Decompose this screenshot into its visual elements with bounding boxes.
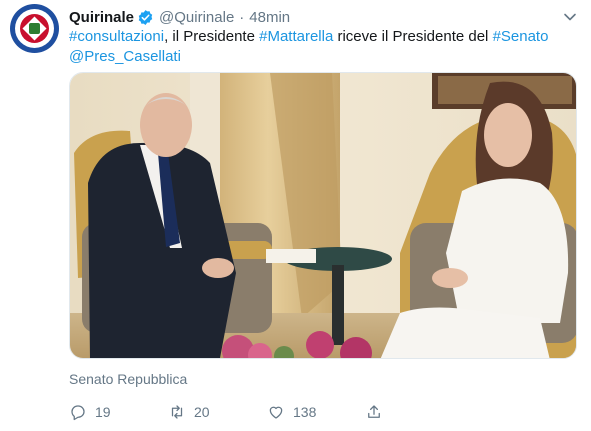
text-segment: riceve il Presidente del	[333, 28, 493, 45]
quirinale-emblem-icon	[29, 23, 40, 34]
avatar[interactable]	[10, 4, 59, 53]
location-label[interactable]: Senato Repubblica	[69, 371, 187, 387]
timestamp[interactable]: 48min	[249, 9, 290, 26]
mention-pres-casellati[interactable]: @Pres_Casellati	[69, 48, 181, 65]
share-button[interactable]	[365, 403, 383, 421]
verified-badge-icon	[138, 9, 153, 25]
reply-count: 19	[95, 404, 111, 420]
retweet-icon	[171, 405, 183, 419]
tweet-photo[interactable]	[69, 72, 577, 359]
chevron-down-icon[interactable]	[563, 10, 577, 24]
reply-icon	[71, 405, 85, 421]
heart-icon	[269, 406, 283, 419]
tweet-header: Quirinale @Quirinale · 48min	[69, 6, 290, 28]
display-name[interactable]: Quirinale	[69, 9, 134, 26]
handle[interactable]: @Quirinale	[159, 9, 234, 26]
like-button[interactable]: 138	[267, 403, 316, 421]
hashtag-senato[interactable]: #Senato	[493, 28, 549, 45]
hashtag-mattarella[interactable]: #Mattarella	[259, 28, 333, 45]
reply-button[interactable]: 19	[69, 403, 111, 421]
retweet-count: 20	[194, 404, 210, 420]
share-icon	[368, 405, 380, 418]
retweet-button[interactable]: 20	[168, 403, 210, 421]
photo-scene	[70, 73, 576, 358]
tweet-actions: 19 20 138	[69, 403, 399, 423]
hashtag-consultazioni[interactable]: #consultazioni	[69, 28, 164, 45]
separator-dot: ·	[239, 8, 245, 26]
like-count: 138	[293, 404, 317, 420]
tweet-text: #consultazioni, il Presidente #Mattarell…	[69, 27, 569, 67]
text-segment: , il Presidente	[164, 28, 260, 45]
